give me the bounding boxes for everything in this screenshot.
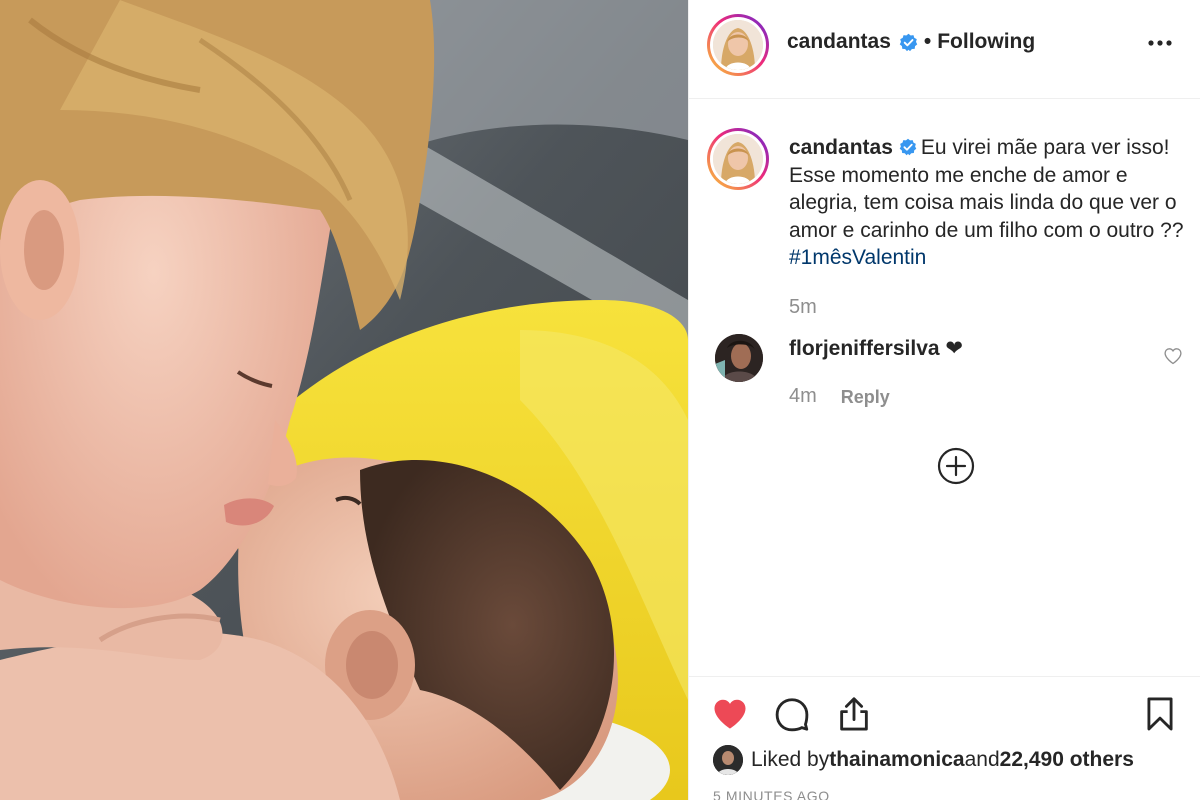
comment-item: florjeniffersilva ❤ 4m Reply bbox=[689, 330, 1200, 420]
post-photo[interactable] bbox=[0, 0, 688, 800]
comment-button[interactable] bbox=[773, 695, 811, 733]
caption-author-avatar-image bbox=[713, 134, 763, 184]
caption-hashtag-link[interactable]: #1mêsValentin bbox=[789, 246, 926, 269]
post-photo-image bbox=[0, 0, 688, 800]
liker-username[interactable]: thainamonica bbox=[829, 748, 964, 772]
comment-text: ❤ bbox=[945, 337, 964, 360]
following-button[interactable]: Following bbox=[937, 30, 1035, 54]
author-avatar[interactable] bbox=[707, 14, 769, 76]
likes-others-link[interactable]: 22,490 others bbox=[1000, 748, 1134, 772]
post-header: candantas • Following bbox=[689, 0, 1200, 99]
commenter-username[interactable]: florjeniffersilva bbox=[789, 337, 940, 360]
caption-body: candantas Eu virei mãe para ver isso! Ess… bbox=[789, 134, 1189, 272]
verified-badge-icon bbox=[899, 33, 918, 52]
likes-summary: Liked by thainamonica and 22,490 others bbox=[713, 745, 1134, 775]
author-avatar-image bbox=[713, 20, 763, 70]
commenter-avatar[interactable] bbox=[715, 334, 763, 382]
heart-outline-icon bbox=[1164, 348, 1182, 365]
liker-avatar-image bbox=[713, 745, 743, 775]
like-button[interactable] bbox=[711, 695, 749, 733]
post-actions: Liked by thainamonica and 22,490 others … bbox=[689, 676, 1200, 800]
bookmark-icon bbox=[1147, 697, 1173, 731]
comment-bubble-icon bbox=[775, 698, 809, 732]
share-upload-icon bbox=[840, 697, 868, 731]
post-side-panel: candantas • Following candantas Eu virei… bbox=[688, 0, 1200, 800]
reply-button[interactable]: Reply bbox=[841, 387, 890, 408]
comment-like-button[interactable] bbox=[1163, 346, 1183, 366]
plus-circle-icon bbox=[937, 447, 975, 485]
share-button[interactable] bbox=[835, 695, 873, 733]
commenter-avatar-image bbox=[715, 334, 763, 382]
caption-username[interactable]: candantas bbox=[789, 136, 893, 159]
author-username[interactable]: candantas bbox=[787, 30, 891, 54]
more-options-button[interactable] bbox=[1145, 28, 1175, 58]
caption-time[interactable]: 5m bbox=[789, 296, 817, 319]
likes-prefix: Liked by bbox=[751, 748, 830, 771]
likes-middle: and bbox=[964, 748, 1000, 771]
comment-time[interactable]: 4m bbox=[789, 385, 817, 408]
comment-body: florjeniffersilva ❤ bbox=[789, 336, 963, 361]
heart-filled-icon bbox=[714, 699, 746, 729]
post-timestamp[interactable]: 5 MINUTES AGO bbox=[713, 788, 830, 800]
save-button[interactable] bbox=[1141, 695, 1179, 733]
liker-avatar[interactable] bbox=[713, 745, 743, 775]
caption-author-avatar[interactable] bbox=[707, 128, 769, 190]
comment-meta: 4m Reply bbox=[789, 385, 890, 408]
ellipsis-icon bbox=[1148, 40, 1172, 46]
load-more-comments-button[interactable] bbox=[937, 447, 975, 485]
verified-badge-icon bbox=[899, 138, 917, 156]
separator-dot: • bbox=[923, 30, 932, 53]
